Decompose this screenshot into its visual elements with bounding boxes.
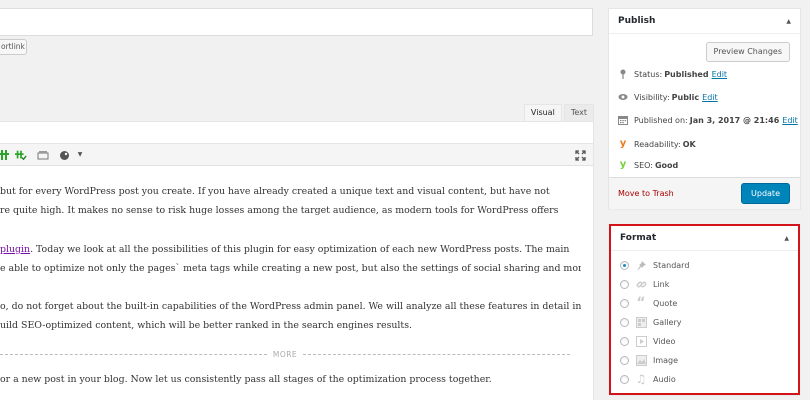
text-line: but for every WordPress post you create.…: [0, 186, 550, 197]
editor-frame: ▼ but for every WordPress post you creat…: [0, 121, 594, 400]
format-label: Audio: [653, 374, 676, 384]
move-to-trash-link[interactable]: Move to Trash: [618, 189, 674, 198]
format-option-quote[interactable]: “ Quote: [620, 295, 678, 311]
format-label: Image: [653, 355, 679, 365]
collapse-arrow-icon[interactable]: ▲: [786, 18, 791, 25]
yoast-seo-icon: y: [619, 159, 627, 170]
paragraph: but for every WordPress post you create.…: [0, 182, 581, 220]
edit-visibility-link[interactable]: Edit: [702, 93, 718, 102]
divider: [303, 353, 571, 355]
paragraph: plugin. Today we look at all the possibi…: [0, 240, 581, 278]
text-line: uild SEO-optimized content, which will b…: [0, 320, 412, 331]
format-radio-gallery[interactable]: [620, 317, 629, 327]
text-line: e able to optimize not only the pages` m…: [0, 263, 581, 274]
get-shortlink-button[interactable]: ortlink: [0, 39, 27, 55]
seo-value: Good: [654, 160, 679, 170]
publish-box-title: Publish: [618, 16, 656, 26]
format-radio-link[interactable]: [620, 279, 629, 289]
pin-icon: [618, 69, 628, 79]
format-label: Standard: [653, 260, 690, 270]
tab-visual[interactable]: Visual: [523, 104, 562, 121]
format-option-audio[interactable]: ♫ Audio: [620, 372, 676, 386]
publish-actions: Move to Trash Update: [609, 177, 800, 209]
chevron-down-icon[interactable]: ▼: [74, 149, 86, 161]
editor-content[interactable]: but for every WordPress post you create.…: [0, 166, 593, 400]
readability-label: Readability:: [634, 139, 681, 149]
format-box: Format ▲ Standard Link “ Quote Gallery V…: [609, 224, 800, 395]
calendar-icon: [618, 115, 628, 125]
more-tag-divider[interactable]: MORE: [0, 349, 571, 359]
gallery-icon: [635, 316, 647, 328]
text-line: . Today we look at all the possibilities…: [30, 244, 570, 255]
status-value: Published: [664, 69, 709, 79]
format-label: Video: [653, 336, 676, 346]
audio-icon: ♫: [635, 372, 647, 386]
format-label: Quote: [653, 298, 678, 308]
palette-icon[interactable]: [58, 149, 70, 161]
editor-toolbar: ▼: [0, 144, 593, 166]
more-tag-label: MORE: [272, 349, 298, 359]
link-icon: [635, 278, 647, 290]
yoast-readability-icon: y: [619, 138, 627, 149]
format-radio-video[interactable]: [620, 336, 629, 346]
paragraph: o, do not forget about the built-in capa…: [0, 297, 581, 335]
edit-status-link[interactable]: Edit: [712, 70, 728, 79]
readability-value: OK: [682, 139, 696, 149]
drive-icon[interactable]: [37, 149, 49, 161]
format-radio-audio[interactable]: [620, 374, 629, 384]
format-radio-quote[interactable]: [620, 298, 629, 308]
readability-row: y Readability: OK: [618, 137, 696, 151]
format-box-title: Format: [620, 233, 657, 243]
format-radio-image[interactable]: [620, 355, 629, 365]
eye-icon: [618, 92, 628, 102]
published-date-row: Published on: Jan 3, 2017 @ 21:46 Edit: [618, 113, 798, 127]
plugin-link[interactable]: plugin: [0, 244, 30, 255]
editor-top-bar: [0, 122, 593, 144]
format-label: Gallery: [653, 317, 682, 327]
pin-icon: [635, 259, 647, 271]
image-icon: [635, 354, 647, 366]
published-label: Published on:: [634, 115, 688, 125]
visibility-label: Visibility:: [634, 92, 670, 102]
visibility-row: Visibility: Public Edit: [618, 90, 718, 104]
divider: [0, 353, 267, 355]
text-line: o, do not forget about the built-in capa…: [0, 301, 581, 312]
format-option-link[interactable]: Link: [620, 277, 669, 291]
preview-changes-button[interactable]: Preview Changes: [705, 42, 790, 62]
edit-date-link[interactable]: Edit: [782, 116, 798, 125]
format-box-header[interactable]: Format ▲: [611, 226, 798, 251]
published-value: Jan 3, 2017 @ 21:46: [689, 115, 780, 125]
editor-mode-tabs: Visual Text: [523, 104, 594, 121]
text-line: or a new post in your blog. Now let us c…: [0, 374, 492, 385]
seo-row: y SEO: Good: [618, 158, 679, 172]
text-line: re quite high. It makes no sense to risk…: [0, 205, 559, 216]
format-option-video[interactable]: Video: [620, 334, 675, 348]
keyword-icon[interactable]: [0, 149, 10, 161]
format-label: Link: [653, 279, 670, 289]
visibility-value: Public: [671, 92, 700, 102]
post-title-input[interactable]: [0, 8, 593, 36]
quote-icon: “: [636, 295, 646, 311]
format-option-image[interactable]: Image: [620, 353, 678, 367]
seo-label: SEO:: [634, 160, 653, 170]
tab-text[interactable]: Text: [563, 104, 594, 121]
publish-box-header[interactable]: Publish ▲: [609, 9, 800, 34]
collapse-arrow-icon[interactable]: ▲: [784, 235, 789, 242]
status-row: Status: Published Edit: [618, 67, 727, 81]
status-label: Status:: [634, 69, 663, 79]
update-button[interactable]: Update: [741, 183, 790, 204]
format-radio-standard[interactable]: [620, 260, 629, 270]
format-option-standard[interactable]: Standard: [620, 258, 689, 272]
keyword-check-icon[interactable]: [15, 149, 27, 161]
format-option-gallery[interactable]: Gallery: [620, 315, 682, 329]
video-icon: [635, 335, 647, 347]
publish-box: Publish ▲ Preview Changes Status: Publis…: [608, 8, 801, 209]
fullscreen-icon[interactable]: [574, 149, 586, 161]
paragraph: or a new post in your blog. Now let us c…: [0, 370, 581, 389]
